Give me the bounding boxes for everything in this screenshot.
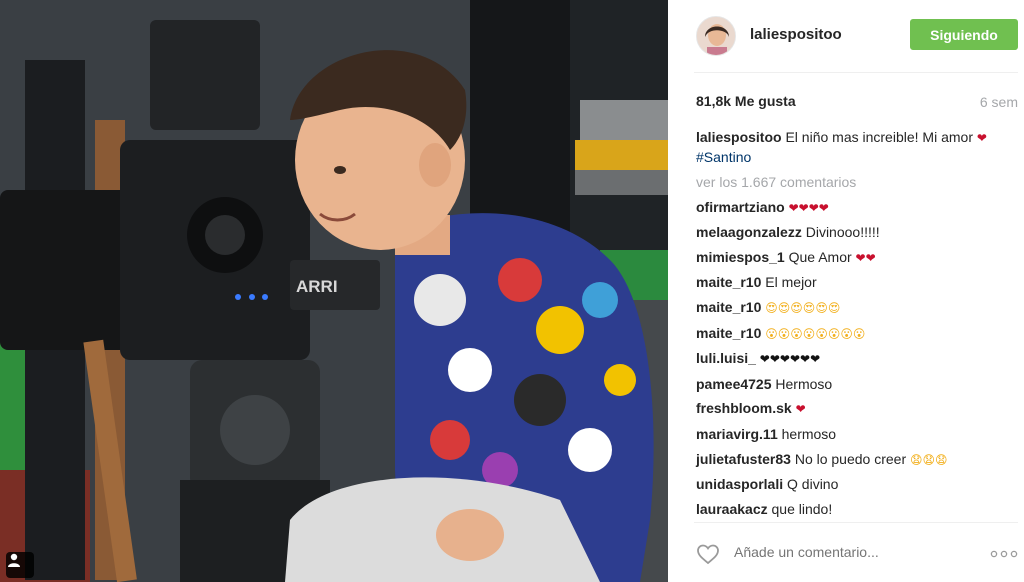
post-photo[interactable]: ARRI bbox=[0, 0, 668, 582]
comment-text: Hermoso bbox=[775, 375, 833, 392]
post-header: laliespositoo Siguiendo bbox=[668, 0, 1024, 72]
hashtag-link[interactable]: #Santino bbox=[696, 149, 751, 165]
comment-emoji-icon: 😍😍😍😍😍😍 bbox=[765, 300, 841, 315]
comment-list: laliespositoo El niño mas increible! Mi … bbox=[696, 128, 1016, 524]
view-all-comments-link[interactable]: ver los 1.667 comentarios bbox=[696, 173, 1016, 191]
comment-username[interactable]: maite_r10 bbox=[696, 274, 761, 290]
comment-item: luli.luisi_ ❤❤❤❤❤❤ bbox=[696, 349, 1016, 368]
post-details-panel: laliespositoo Siguiendo 81,8k Me gusta 6… bbox=[668, 0, 1024, 582]
following-button[interactable]: Siguiendo bbox=[910, 19, 1018, 50]
comment-emoji-icon: 😮😮😮😮😮😮😮😮 bbox=[765, 326, 866, 341]
caption-username[interactable]: laliespositoo bbox=[696, 129, 782, 145]
comment-username[interactable]: julietafuster83 bbox=[696, 451, 791, 467]
comment-item: melaagonzalezz Divinooo!!!!! bbox=[696, 223, 1016, 241]
comment-item: maite_r10 😍😍😍😍😍😍 bbox=[696, 298, 1016, 317]
comment-text: que lindo! bbox=[771, 500, 833, 517]
avatar[interactable] bbox=[696, 16, 736, 56]
camera-brand-label: ARRI bbox=[296, 277, 338, 296]
comment-text: No lo puedo creer bbox=[794, 450, 907, 467]
comment-item: ofirmartziano ❤❤❤❤ bbox=[696, 198, 1016, 217]
comment-emoji-icon: ❤❤❤❤ bbox=[788, 200, 829, 215]
comment-username[interactable]: mariavirg.11 bbox=[696, 426, 778, 442]
post-author-username[interactable]: laliespositoo bbox=[750, 26, 842, 43]
comment-text: Divinooo!!!!! bbox=[805, 224, 880, 241]
comment-item: julietafuster83 No lo puedo creer 😧😧😧 bbox=[696, 450, 1016, 469]
comment-username[interactable]: melaagonzalezz bbox=[696, 224, 802, 240]
divider bbox=[694, 522, 1018, 523]
comment-username[interactable]: unidasporlali bbox=[696, 476, 783, 492]
caption: laliespositoo El niño mas increible! Mi … bbox=[696, 128, 1016, 167]
comment-username[interactable]: luli.luisi_ bbox=[696, 350, 756, 366]
comment-username[interactable]: maite_r10 bbox=[696, 299, 761, 315]
comment-username[interactable]: mimiespos_1 bbox=[696, 249, 785, 265]
comment-item: mariavirg.11 hermoso bbox=[696, 425, 1016, 443]
caption-text: El niño mas increible! Mi amor bbox=[785, 129, 973, 145]
heart-outline-icon[interactable] bbox=[696, 543, 720, 565]
comment-emoji-icon: ❤ bbox=[795, 402, 806, 417]
add-comment-input[interactable] bbox=[734, 544, 974, 560]
comment-username[interactable]: freshbloom.sk bbox=[696, 400, 792, 416]
comment-text: Q divino bbox=[787, 476, 839, 493]
comment-item: unidasporlali Q divino bbox=[696, 475, 1016, 493]
comment-item: lauraakacz que lindo! bbox=[696, 500, 1016, 518]
likes-count[interactable]: 81,8k Me gusta bbox=[696, 93, 796, 109]
divider bbox=[694, 72, 1018, 73]
comment-username[interactable]: maite_r10 bbox=[696, 325, 761, 341]
comment-emoji-icon: 😧😧😧 bbox=[910, 452, 948, 467]
comment-text: El mejor bbox=[765, 274, 817, 291]
comment-username[interactable]: lauraakacz bbox=[696, 501, 768, 517]
comment-username[interactable]: pamee4725 bbox=[696, 376, 772, 392]
user-tag-icon[interactable] bbox=[6, 552, 34, 578]
ellipsis-icon[interactable] bbox=[990, 549, 1018, 559]
comment-item: freshbloom.sk ❤ bbox=[696, 399, 1016, 418]
post-age[interactable]: 6 sem bbox=[980, 94, 1018, 110]
comment-item: maite_r10 😮😮😮😮😮😮😮😮 bbox=[696, 324, 1016, 343]
heart-emoji-icon: ❤ bbox=[976, 131, 987, 145]
comment-text: Que Amor bbox=[788, 248, 852, 265]
comment-rows: ofirmartziano ❤❤❤❤ melaagonzalezz Divinoo… bbox=[696, 198, 1016, 518]
comment-emoji-icon: ❤❤ bbox=[855, 250, 876, 265]
comment-text: hermoso bbox=[781, 425, 837, 442]
photo-illustration: ARRI bbox=[0, 0, 668, 582]
comment-item: pamee4725 Hermoso bbox=[696, 375, 1016, 393]
comment-emoji-icon: ❤❤❤❤❤❤ bbox=[759, 352, 821, 367]
comment-username[interactable]: ofirmartziano bbox=[696, 199, 785, 215]
comment-item: mimiespos_1 Que Amor ❤❤ bbox=[696, 248, 1016, 267]
comment-item: maite_r10 El mejor bbox=[696, 273, 1016, 291]
